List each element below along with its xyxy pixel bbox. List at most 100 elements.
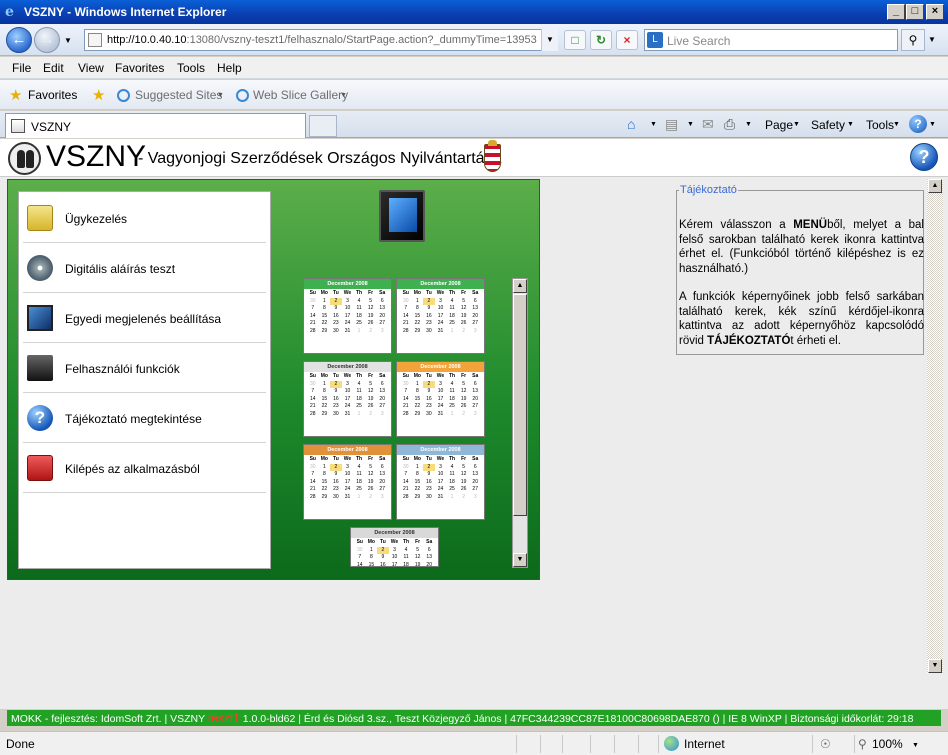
calendar-day[interactable]: 14	[354, 562, 366, 567]
calendar-day[interactable]: 2	[423, 380, 435, 388]
calendar-day[interactable]: 22	[412, 320, 424, 328]
calendar-day[interactable]: 1	[353, 328, 365, 336]
zoom-level[interactable]: 100%	[872, 737, 903, 751]
calendar-day[interactable]: 28	[400, 328, 412, 336]
menu-item-info[interactable]: ? Tájékoztató megtekintése	[23, 394, 266, 443]
calendar-day[interactable]: 5	[458, 298, 470, 306]
calendar-day[interactable]: 12	[412, 554, 424, 562]
maximize-button[interactable]: □	[906, 4, 924, 20]
menu-item-appearance[interactable]: Egyedi megjelenés beállítása	[23, 294, 266, 343]
calendar-day[interactable]: 12	[458, 388, 470, 396]
calendar-day[interactable]: 20	[469, 396, 481, 404]
calendar-day[interactable]: 1	[412, 298, 424, 306]
calendar-day[interactable]: 14	[400, 396, 412, 404]
calendar-day[interactable]: 30	[330, 494, 342, 502]
calendar-day[interactable]: 27	[376, 320, 388, 328]
calendar-day[interactable]: 31	[342, 328, 354, 336]
mail-icon[interactable]: ✉	[702, 116, 714, 133]
calendar-day[interactable]: 13	[469, 305, 481, 313]
chevron-down-icon[interactable]: ▼	[650, 121, 657, 128]
calendar-day[interactable]: 18	[353, 396, 365, 404]
calendar-day[interactable]: 31	[435, 411, 447, 419]
theme-calendar-preview[interactable]: December 2008 Su Mo Tu We Th Fr Sa 30 1 2 3 4 5 6 7 8 9 10…	[350, 527, 439, 567]
calendar-day[interactable]: 31	[435, 494, 447, 502]
calendar-day[interactable]: 7	[307, 305, 319, 313]
calendar-day[interactable]: 9	[377, 554, 389, 562]
menu-edit[interactable]: Edit	[43, 61, 64, 75]
calendar-day[interactable]: 29	[319, 494, 331, 502]
calendar-day[interactable]: 7	[307, 388, 319, 396]
calendar-day[interactable]: 30	[307, 464, 319, 472]
minimize-button[interactable]: _	[887, 4, 905, 20]
calendar-day[interactable]: 16	[423, 313, 435, 321]
calendar-day[interactable]: 9	[330, 388, 342, 396]
calendar-day[interactable]: 3	[435, 298, 447, 306]
calendar-day[interactable]: 11	[446, 388, 458, 396]
calendar-day[interactable]: 10	[342, 388, 354, 396]
calendar-day[interactable]: 7	[354, 554, 366, 562]
calendar-day[interactable]: 18	[353, 479, 365, 487]
calendar-day[interactable]: 21	[400, 403, 412, 411]
calendar-day[interactable]: 1	[446, 494, 458, 502]
calendar-day[interactable]: 23	[330, 320, 342, 328]
calendar-day[interactable]: 5	[365, 298, 377, 306]
web-slice-gallery-link[interactable]: Web Slice Gallery	[253, 88, 348, 102]
tab-vszny[interactable]: VSZNY	[5, 113, 306, 138]
menu-item-exit[interactable]: Kilépés az alkalmazásból	[23, 444, 266, 493]
calendar-day[interactable]: 1	[353, 411, 365, 419]
calendar-day[interactable]: 10	[342, 305, 354, 313]
calendar-day[interactable]: 16	[330, 396, 342, 404]
calendar-day[interactable]: 12	[365, 305, 377, 313]
calendar-day[interactable]: 9	[423, 305, 435, 313]
calendar-day[interactable]: 3	[376, 328, 388, 336]
calendar-day[interactable]: 17	[435, 313, 447, 321]
menu-tools[interactable]: Tools	[177, 61, 205, 75]
calendar-day[interactable]: 17	[342, 396, 354, 404]
menu-item-user-functions[interactable]: Felhasználói funkciók	[23, 344, 266, 393]
chevron-down-icon[interactable]: ▼	[929, 121, 936, 128]
calendar-day[interactable]: 4	[446, 298, 458, 306]
calendar-day[interactable]: 27	[469, 403, 481, 411]
calendar-day[interactable]: 20	[376, 479, 388, 487]
calendar-day[interactable]: 13	[376, 388, 388, 396]
calendar-day[interactable]: 15	[319, 479, 331, 487]
calendar-day[interactable]: 2	[330, 297, 342, 305]
calendar-day[interactable]: 1	[319, 464, 331, 472]
calendar-day[interactable]: 26	[365, 403, 377, 411]
calendar-day[interactable]: 3	[469, 494, 481, 502]
calendar-day[interactable]: 3	[342, 464, 354, 472]
help-icon[interactable]: ?	[909, 115, 927, 133]
chevron-down-icon[interactable]: ▼	[847, 121, 854, 128]
forward-button[interactable]: →	[34, 27, 60, 53]
calendar-day[interactable]: 16	[423, 396, 435, 404]
calendar-day[interactable]: 20	[423, 562, 435, 567]
calendar-day[interactable]: 17	[389, 562, 401, 567]
calendar-day[interactable]: 21	[307, 486, 319, 494]
calendar-day[interactable]: 20	[376, 313, 388, 321]
calendar-day[interactable]: 26	[365, 486, 377, 494]
calendar-day[interactable]: 19	[412, 562, 424, 567]
help-icon[interactable]: ?	[910, 143, 938, 171]
calendar-day[interactable]: 8	[412, 471, 424, 479]
calendar-day[interactable]: 19	[365, 396, 377, 404]
close-button[interactable]: ×	[926, 4, 944, 20]
calendar-day[interactable]: 25	[446, 403, 458, 411]
chevron-down-icon[interactable]: ▼	[912, 742, 919, 749]
theme-calendar-preview[interactable]: December 2008 Su Mo Tu We Th Fr Sa 30 1 2 3 4 5 6 7 8 9 10…	[396, 361, 485, 437]
calendar-day[interactable]: 19	[365, 313, 377, 321]
history-dropdown-icon[interactable]: ▼	[64, 36, 72, 45]
calendar-day[interactable]: 27	[469, 320, 481, 328]
calendar-day[interactable]: 14	[307, 479, 319, 487]
calendar-day[interactable]: 17	[342, 479, 354, 487]
chevron-down-icon[interactable]: ▼	[340, 92, 347, 99]
calendar-day[interactable]: 27	[376, 486, 388, 494]
calendar-day[interactable]: 25	[353, 320, 365, 328]
calendar-day[interactable]: 22	[319, 403, 331, 411]
calendar-day[interactable]: 3	[435, 464, 447, 472]
calendar-day[interactable]: 26	[458, 486, 470, 494]
calendar-day[interactable]: 6	[469, 464, 481, 472]
calendar-day[interactable]: 4	[353, 298, 365, 306]
calendar-day[interactable]: 5	[412, 547, 424, 555]
calendar-day[interactable]: 6	[423, 547, 435, 555]
calendar-day[interactable]: 11	[353, 471, 365, 479]
